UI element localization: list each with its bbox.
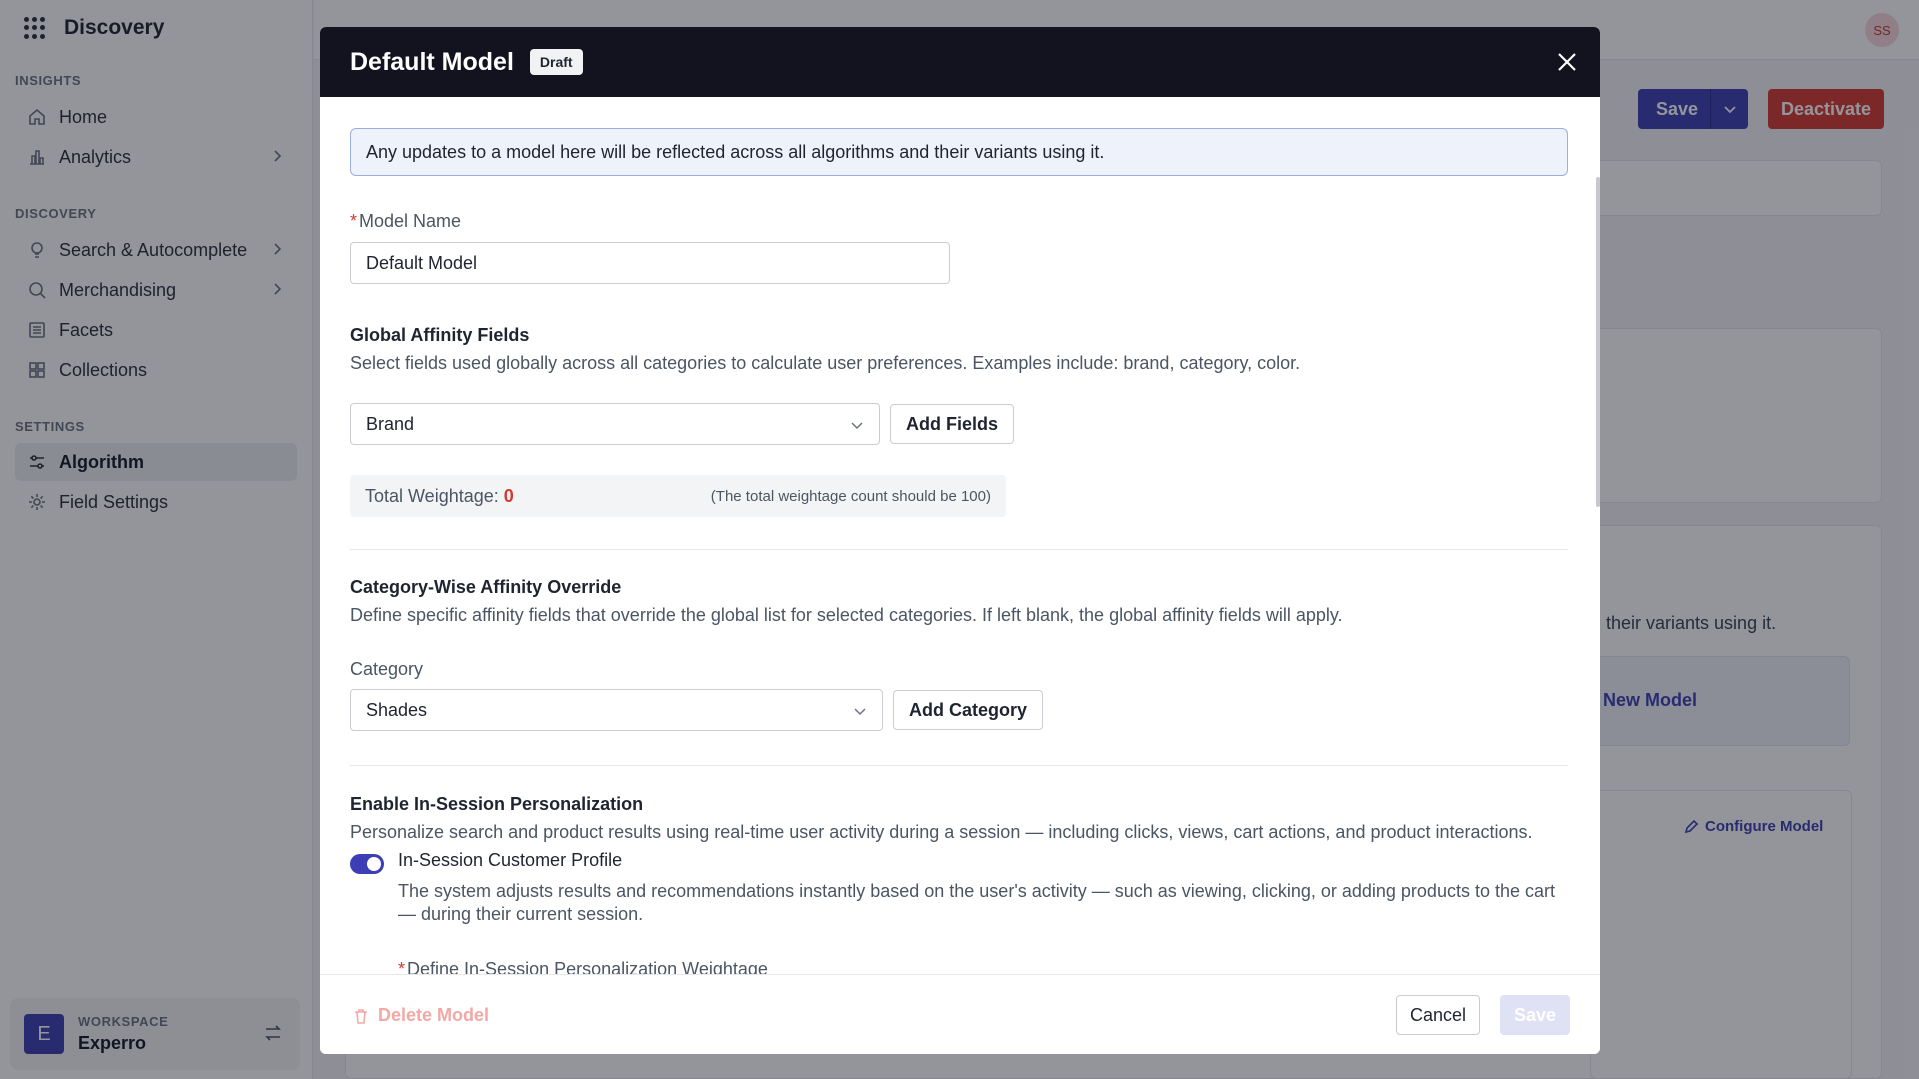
- total-weightage-box: Total Weightage: 0 (The total weightage …: [350, 475, 1006, 517]
- close-icon[interactable]: [1554, 49, 1580, 75]
- trash-icon: [355, 1008, 367, 1024]
- required-marker: *: [398, 959, 406, 974]
- weightage-field-label: * Define In-Session Personalization Weigh…: [398, 959, 768, 974]
- delete-model-label: Delete Model: [378, 1005, 490, 1025]
- model-name-label: * Model Name: [350, 211, 461, 232]
- add-category-button[interactable]: Add Category: [893, 690, 1044, 730]
- affinity-field-select[interactable]: Brand: [350, 403, 880, 445]
- divider: [350, 549, 1568, 550]
- model-name-label-text: Model Name: [359, 211, 462, 231]
- category-override-description: Define specific affinity fields that ove…: [350, 605, 1343, 625]
- modal-header: Default Model Draft: [320, 27, 1600, 97]
- info-banner: Any updates to a model here will be refl…: [350, 128, 1568, 176]
- modal-title: Default Model: [350, 47, 514, 76]
- required-marker: *: [350, 211, 358, 231]
- in-session-toggle[interactable]: [350, 854, 384, 874]
- delete-model-button[interactable]: Delete Model: [352, 1005, 489, 1026]
- save-button[interactable]: Save: [1500, 995, 1570, 1035]
- in-session-title: Enable In-Session Personalization: [350, 794, 644, 814]
- modal-footer: Delete Model Cancel Save: [320, 974, 1600, 1054]
- add-fields-button[interactable]: Add Fields: [890, 404, 1015, 444]
- in-session-toggle-description: The system adjusts results and recommend…: [398, 881, 1555, 924]
- scrollbar[interactable]: [1596, 177, 1600, 507]
- total-weightage-note: (The total weightage count should be 100…: [710, 488, 991, 505]
- category-override-title: Category-Wise Affinity Override: [350, 577, 622, 597]
- total-weightage-value: 0: [503, 486, 514, 506]
- global-affinity-description: Select fields used globally across all c…: [350, 353, 1301, 373]
- in-session-toggle-label: In-Session Customer Profile: [398, 850, 623, 870]
- modal-body[interactable]: Any updates to a model here will be refl…: [320, 97, 1600, 974]
- category-select[interactable]: Shades: [350, 689, 883, 731]
- affinity-field-value: Brand: [366, 413, 415, 434]
- status-badge: Draft: [529, 49, 583, 75]
- chevron-down-icon: [851, 422, 863, 430]
- in-session-description: Personalize search and product results u…: [350, 822, 1533, 842]
- category-value: Shades: [366, 699, 428, 720]
- total-weightage-text: Total Weightage:: [365, 486, 499, 506]
- edit-model-modal: Default Model Draft Any updates to a mod…: [320, 27, 1600, 1054]
- chevron-down-icon: [854, 708, 866, 716]
- divider: [350, 765, 1568, 766]
- total-weightage-label: Total Weightage: 0: [365, 486, 514, 507]
- weightage-label-text: Define In-Session Personalization Weight…: [407, 959, 768, 974]
- global-affinity-title: Global Affinity Fields: [350, 325, 530, 345]
- model-name-input[interactable]: Default Model: [350, 242, 950, 284]
- category-label: Category: [350, 659, 424, 679]
- cancel-button[interactable]: Cancel: [1396, 995, 1480, 1035]
